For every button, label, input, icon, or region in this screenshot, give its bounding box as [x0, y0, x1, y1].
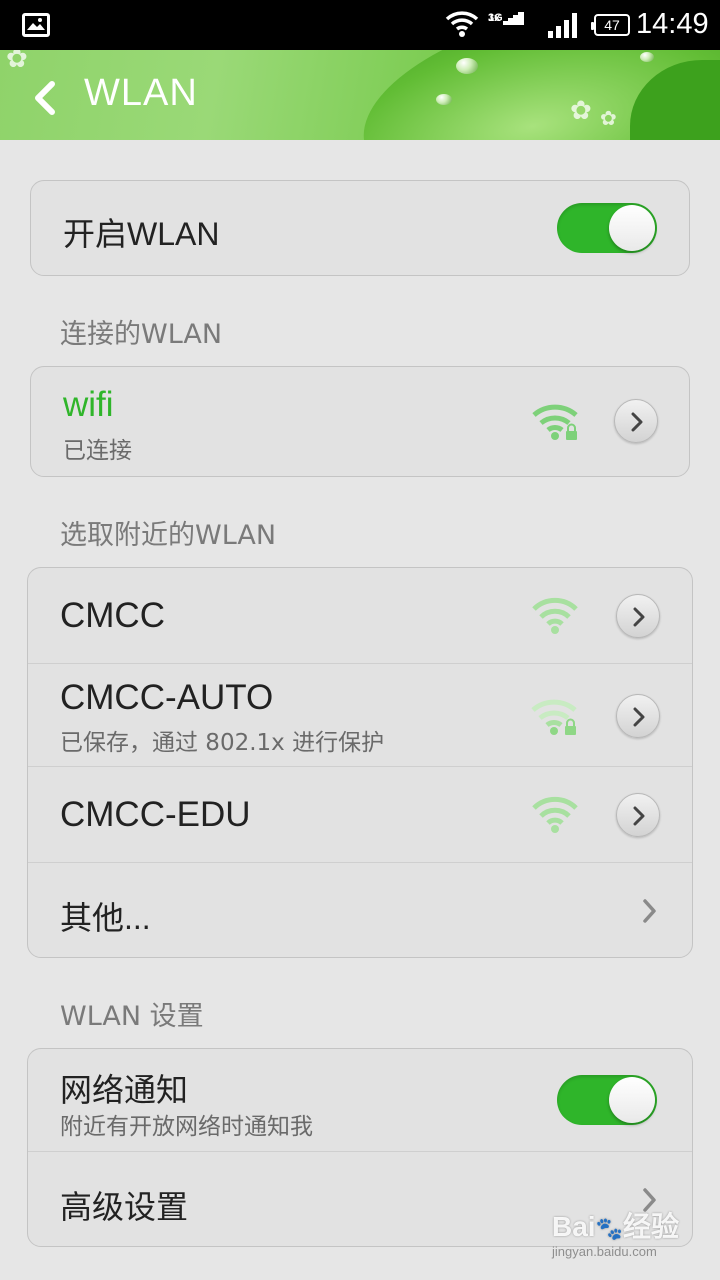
connected-network-details-button[interactable] [614, 399, 658, 443]
flower-decoration: ✿ [570, 96, 592, 126]
connected-network-name: wifi [63, 385, 114, 424]
page-title: WLAN [84, 72, 198, 114]
signal-icon [548, 12, 577, 38]
wlan-toggle-switch[interactable] [557, 203, 657, 253]
image-icon [22, 13, 50, 37]
status-bar: 3G 1x 47 14:49 [0, 0, 720, 50]
network-status: 已保存，通过 802.1x 进行保护 [60, 730, 385, 756]
network-notify-description: 附近有开放网络时通知我 [60, 1114, 313, 1140]
chevron-right-icon [643, 1188, 656, 1212]
wifi-lock-icon [532, 404, 578, 440]
network-notify-item[interactable]: 网络通知 附近有开放网络时通知我 [28, 1049, 692, 1151]
water-drop-decoration [456, 58, 478, 74]
network-item-cmcc-auto[interactable]: CMCC-AUTO 已保存，通过 802.1x 进行保护 [28, 663, 692, 766]
battery-level: 47 [604, 17, 620, 33]
water-drop-decoration [436, 94, 452, 105]
network-details-button[interactable] [616, 694, 660, 738]
flower-decoration: ✿ [600, 106, 617, 130]
connected-network-item[interactable]: wifi 已连接 [30, 366, 690, 477]
section-title-nearby: 选取附近的WLAN [60, 520, 277, 551]
network-name: CMCC-AUTO [60, 678, 274, 717]
flower-decoration: ✿ [6, 50, 28, 74]
network-name: CMCC [60, 596, 165, 635]
baidu-watermark: Bai🐾经验 jingyan.baidu.com [552, 1211, 679, 1260]
water-drop-decoration [640, 52, 654, 62]
battery-icon: 47 [591, 14, 630, 36]
network-item-cmcc-edu[interactable]: CMCC-EDU [28, 766, 692, 862]
other-network-label: 其他... [60, 900, 151, 936]
network-name: CMCC-EDU [60, 795, 251, 834]
chevron-right-icon [643, 899, 656, 923]
network-item-other[interactable]: 其他... [28, 862, 692, 959]
wifi-signal-icon [532, 597, 578, 634]
wifi-icon [445, 11, 479, 37]
wifi-lock-icon [531, 699, 577, 735]
network-notify-label: 网络通知 [60, 1072, 189, 1108]
toggle-knob [609, 1077, 655, 1123]
back-button[interactable] [28, 78, 64, 118]
section-title-settings: WLAN 设置 [60, 1001, 204, 1032]
connected-network-status: 已连接 [63, 438, 132, 464]
clock: 14:49 [636, 8, 709, 40]
network-item-cmcc[interactable]: CMCC [28, 568, 692, 663]
network-1x-label: 1x [488, 12, 501, 24]
wlan-toggle-card: 开启WLAN [30, 180, 690, 276]
wifi-signal-icon [532, 796, 578, 833]
nearby-networks-list: CMCC CMCC-AUTO 已保存，通过 802.1x 进行保护 CMCC-E… [27, 567, 693, 958]
toggle-knob [609, 205, 655, 251]
network-notify-toggle[interactable] [557, 1075, 657, 1125]
advanced-settings-label: 高级设置 [60, 1189, 189, 1225]
section-title-connected: 连接的WLAN [60, 319, 223, 350]
wlan-toggle-label: 开启WLAN [63, 216, 220, 252]
network-details-button[interactable] [616, 793, 660, 837]
network-details-button[interactable] [616, 594, 660, 638]
